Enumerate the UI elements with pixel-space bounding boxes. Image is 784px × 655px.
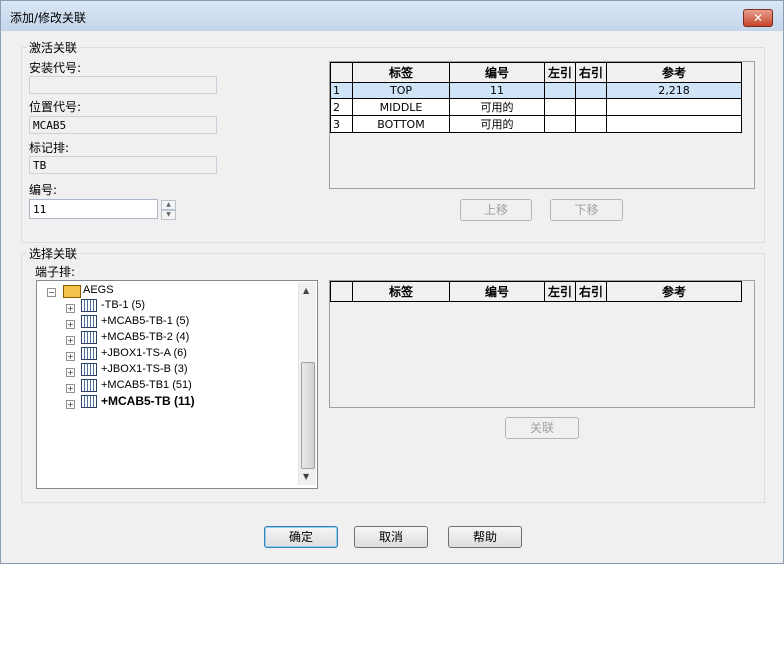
row-index: 2 [330,98,353,116]
row-number[interactable]: 可用的 [449,115,545,133]
terminal-strip-icon [81,299,97,312]
title-bar: 添加/修改关联 ✕ [1,1,783,31]
tree-item[interactable]: +MCAB5-TB-2 (4) [101,330,189,344]
row-left[interactable] [544,82,576,99]
close-button[interactable]: ✕ [743,9,773,27]
tree-root[interactable]: AEGS [83,283,114,297]
expand-icon[interactable]: + [66,368,75,377]
grid-header-ref[interactable]: 参考 [606,281,742,302]
terminal-strip-tree[interactable]: − AEGS + -TB-1 (5) + +MCAB5-TB-1 (5) + +… [36,280,318,489]
location-code-field[interactable]: MCAB5 [29,116,217,134]
collapse-icon[interactable]: − [47,288,56,297]
select-terminal-grid: 标签 编号 左引 右引 参考 [329,280,755,408]
row-right[interactable] [575,82,607,99]
install-code-label: 安装代号: [29,61,82,75]
number-spin-up-icon[interactable]: ▲ [161,200,176,210]
grid-header-left[interactable]: 左引 [544,62,576,83]
grid-header-row: 标签 编号 左引 右引 参考 [330,62,742,83]
tree-scrollbar[interactable]: ▲ ▼ [298,282,316,485]
ok-button[interactable]: 确定 [264,526,338,548]
row-ref[interactable]: 2,218 [606,82,742,99]
grid-header-label[interactable]: 标签 [352,281,450,302]
row-number[interactable]: 可用的 [449,98,545,116]
grid-header-label[interactable]: 标签 [352,62,450,83]
tag-strip-field[interactable]: TB [29,156,217,174]
row-left[interactable] [544,98,576,116]
select-grid-table: 标签 编号 左引 右引 参考 [330,281,742,302]
row-label[interactable]: BOTTOM [352,115,450,133]
scroll-thumb[interactable] [301,362,315,469]
active-terminal-grid: 标签 编号 左引 右引 参考 1 TOP 11 2,218 2 MIDDLE 可… [329,61,755,189]
active-group-label: 激活关联 [27,39,80,56]
cancel-button[interactable]: 取消 [354,526,428,548]
install-code-field[interactable] [29,76,217,94]
grid-header-right[interactable]: 右引 [575,281,607,302]
terminal-strip-icon [81,395,97,408]
table-row[interactable]: 2 MIDDLE 可用的 [330,98,742,116]
help-button[interactable]: 帮助 [448,526,522,548]
expand-icon[interactable]: + [66,400,75,409]
row-index: 1 [330,82,353,99]
tree-item[interactable]: +JBOX1-TS-B (3) [101,362,188,376]
terminal-strip-icon [81,315,97,328]
expand-icon[interactable]: + [66,320,75,329]
row-ref[interactable] [606,98,742,116]
row-label[interactable]: MIDDLE [352,98,450,116]
tree-item[interactable]: +MCAB5-TB-1 (5) [101,314,189,328]
tree-item-selected[interactable]: +MCAB5-TB (11) [101,394,195,408]
tree-item[interactable]: +JBOX1-TS-A (6) [101,346,187,360]
link-button[interactable]: 关联 [505,417,579,439]
active-grid-table: 标签 编号 左引 右引 参考 1 TOP 11 2,218 2 MIDDLE 可… [330,62,742,133]
grid-header-left[interactable]: 左引 [544,281,576,302]
expand-icon[interactable]: + [66,384,75,393]
scroll-down-icon[interactable]: ▼ [303,472,309,481]
terminal-strip-icon [81,331,97,344]
dialog-window: 添加/修改关联 ✕ 激活关联 安装代号: 位置代号: MCAB5 标记排: TB… [0,0,784,564]
row-label[interactable]: TOP [352,82,450,99]
move-down-button[interactable]: 下移 [550,199,623,221]
grid-header-number[interactable]: 编号 [449,62,545,83]
number-label: 编号: [29,183,58,197]
expand-icon[interactable]: + [66,304,75,313]
grid-header-number[interactable]: 编号 [449,281,545,302]
grid-header-right[interactable]: 右引 [575,62,607,83]
window-title: 添加/修改关联 [10,11,87,25]
table-row[interactable]: 3 BOTTOM 可用的 [330,115,742,133]
grid-corner-cell [330,62,353,83]
terminal-strip-icon [81,347,97,360]
move-up-button[interactable]: 上移 [460,199,532,221]
terminal-strip-label: 端子排: [35,265,76,279]
expand-icon[interactable]: + [66,352,75,361]
row-ref[interactable] [606,115,742,133]
grid-header-row: 标签 编号 左引 右引 参考 [330,281,742,302]
select-group-label: 选择关联 [27,245,80,262]
number-input[interactable]: 11 [29,199,158,219]
scroll-up-icon[interactable]: ▲ [303,286,309,295]
row-left[interactable] [544,115,576,133]
expand-icon[interactable]: + [66,336,75,345]
tree-item[interactable]: +MCAB5-TB1 (51) [101,378,192,392]
project-icon [63,285,81,298]
number-spin-down-icon[interactable]: ▼ [161,210,176,220]
row-right[interactable] [575,115,607,133]
terminal-strip-icon [81,363,97,376]
location-code-label: 位置代号: [29,100,82,114]
grid-corner-cell [330,281,353,302]
tree-item[interactable]: -TB-1 (5) [101,298,145,312]
terminal-strip-icon [81,379,97,392]
row-index: 3 [330,115,353,133]
grid-header-ref[interactable]: 参考 [606,62,742,83]
row-right[interactable] [575,98,607,116]
row-number[interactable]: 11 [449,82,545,99]
table-row[interactable]: 1 TOP 11 2,218 [330,82,742,99]
tag-strip-label: 标记排: [29,141,70,155]
